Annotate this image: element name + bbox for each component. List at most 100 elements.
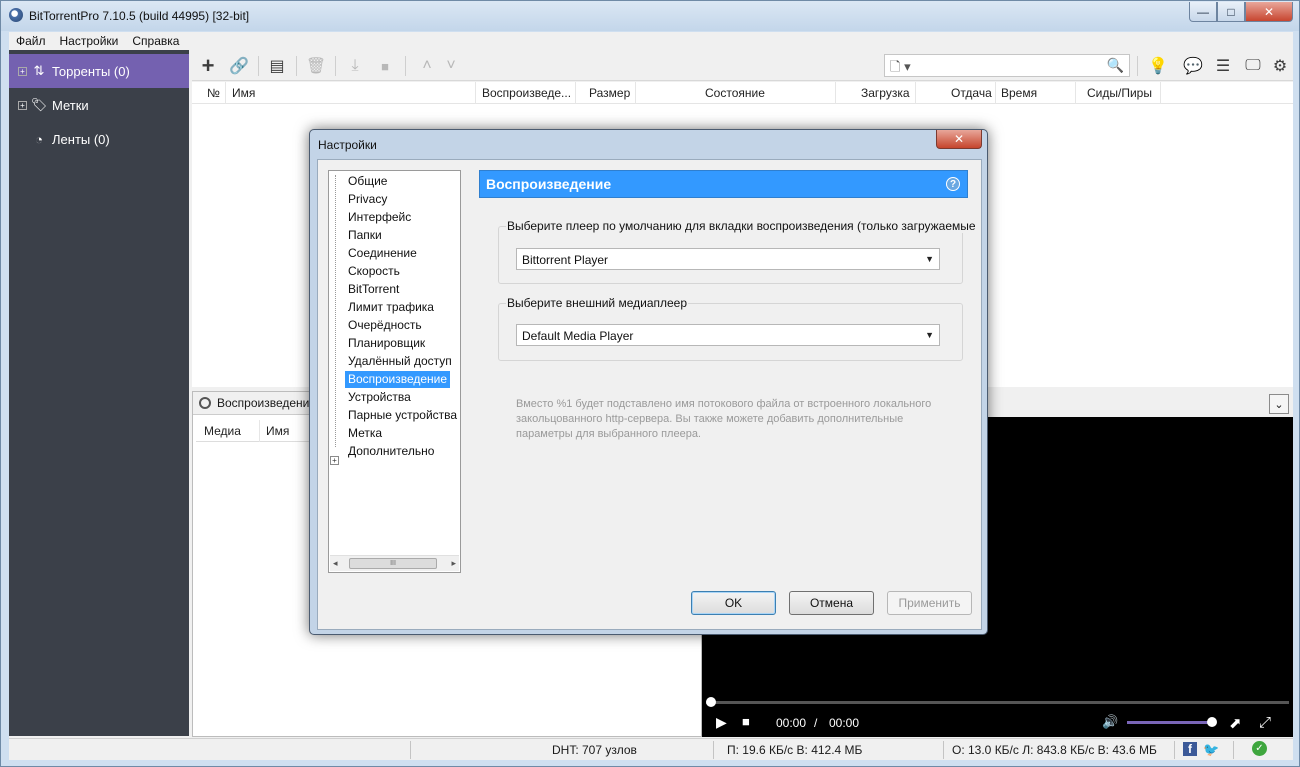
tree-horizontal-scrollbar[interactable]: ◂ III ▸ [330,555,459,571]
column-status[interactable]: Состояние [705,86,765,100]
column-name[interactable]: Имя [266,424,289,438]
tree-item[interactable]: Соединение [345,245,420,262]
chat-icon[interactable]: 💬 [1182,55,1204,77]
expand-icon[interactable]: + [18,66,27,76]
search-source-dropdown-icon[interactable]: 🗋 ▾ [890,58,911,80]
sidebar-item-labels[interactable]: + 🏷 Метки [9,88,189,122]
expand-icon[interactable]: + [18,100,27,110]
tree-item[interactable]: Воспроизведение [345,371,451,388]
column-separator [915,82,916,104]
column-seeds-peers[interactable]: Сиды/Пиры [1087,86,1152,100]
close-button[interactable]: ✕ [1245,2,1293,22]
column-time[interactable]: Время [1001,86,1037,100]
sidebar-item-label: Метки [52,97,89,113]
tree-lines [335,175,336,447]
sidebar-item-feeds[interactable]: ◔ Ленты (0) [9,122,189,156]
move-up-icon[interactable]: ˄ [416,55,438,77]
dialog-close-button[interactable]: ✕ [936,130,982,149]
tree-item[interactable]: Интерфейс [345,209,414,226]
collapse-pane-button[interactable]: ⌄ [1269,394,1289,414]
default-player-value: Bittorrent Player [522,253,609,267]
column-separator [225,82,226,104]
section-header: Воспроизведение ? [479,170,968,198]
tree-item[interactable]: Удалённый доступ [345,353,455,370]
tree-item[interactable]: BitTorrent [345,281,402,298]
scroll-right-icon[interactable]: ▸ [451,558,456,569]
column-download[interactable]: Загрузка [861,86,910,100]
column-upload[interactable]: Отдача [951,86,992,100]
column-media[interactable]: Медиа [204,424,241,438]
dialog-body: Общие Privacy Интерфейс Папки Соединение Скор… [317,159,982,630]
menu-file[interactable]: Файл [9,34,53,48]
seek-handle[interactable] [706,697,716,707]
status-bar: DHT: 707 узлов П: 19.6 КБ/с В: 412.4 МБ … [9,738,1293,760]
stop-button[interactable]: ■ [742,714,750,729]
tab-playback[interactable]: Воспроизведени [193,392,313,415]
column-name[interactable]: Имя [232,86,255,100]
column-playback[interactable]: Воспроизведе... [482,86,571,100]
stop-icon[interactable]: ■ [374,55,396,77]
column-separator [635,82,636,104]
sidebar-item-torrents[interactable]: + ⇅ Торренты (0) [9,54,189,88]
tree-item[interactable]: Устройства [345,389,414,406]
tree-item[interactable]: Папки [345,227,385,244]
scroll-thumb[interactable]: III [349,558,437,569]
minimize-button[interactable]: — [1189,2,1217,22]
download-status: П: 19.6 КБ/с В: 412.4 МБ [727,743,863,757]
remove-icon[interactable]: 🗑 [305,55,327,77]
default-player-select[interactable]: Bittorrent Player ▼ [516,248,940,270]
chevron-down-icon: ▼ [925,330,934,340]
status-separator [1174,741,1175,759]
tree-item[interactable]: Дополнительно [345,443,437,460]
menu-help[interactable]: Справка [125,34,186,48]
move-down-icon[interactable]: ˅ [440,55,462,77]
ok-button[interactable]: OK [691,591,776,615]
volume-icon[interactable]: 🔊 [1102,714,1118,730]
menu-settings[interactable]: Настройки [53,34,126,48]
gear-icon[interactable]: ⚙ [1269,55,1291,77]
tree-expand-icon[interactable]: + [330,456,339,465]
search-input[interactable] [919,57,1099,74]
tree-item[interactable]: Скорость [345,263,403,280]
status-ok-icon[interactable]: ✓ [1252,741,1267,756]
add-link-icon[interactable]: 🔗 [228,55,250,77]
current-time: 00:00 [776,716,807,730]
total-time: 00:00 [829,716,860,730]
twitter-icon[interactable]: 🐦 [1203,742,1219,757]
search-icon[interactable]: 🔍 [1107,57,1124,74]
volume-handle[interactable] [1207,717,1217,727]
help-icon[interactable]: ? [946,177,960,191]
external-player-select[interactable]: Default Media Player ▼ [516,324,940,346]
external-player-group: Выберите внешний медиаплеер Default Medi… [498,296,963,361]
volume-slider[interactable] [1127,717,1217,727]
column-number[interactable]: № [207,86,220,100]
list-icon[interactable]: ☰ [1212,55,1234,77]
settings-dialog: Настройки ✕ Общие Privacy Интерфейс Папки Со… [309,129,988,635]
tree-item[interactable]: Общие [345,173,390,190]
add-torrent-icon[interactable]: + [197,53,219,78]
scroll-left-icon[interactable]: ◂ [333,558,338,569]
tree-item[interactable]: Планировщик [345,335,428,352]
monitor-icon[interactable]: 🖵 [1242,55,1264,77]
status-separator [1233,741,1234,759]
seek-bar[interactable] [706,697,1289,707]
download-icon[interactable]: ⤓ [344,55,366,77]
tree-item[interactable]: Метка [345,425,385,442]
settings-tree[interactable]: Общие Privacy Интерфейс Папки Соединение Скор… [328,170,461,573]
fullscreen-icon[interactable]: ⤢ [1259,714,1271,731]
column-separator [259,420,260,442]
tree-item[interactable]: Парные устройства [345,407,460,424]
column-size[interactable]: Размер [589,86,630,100]
tree-item[interactable]: Очерёдность [345,317,425,334]
play-button[interactable]: ▶ [716,714,727,731]
facebook-icon[interactable]: f [1183,742,1197,756]
bulb-icon[interactable]: 💡 [1147,55,1169,77]
tree-item[interactable]: Лимит трафика [345,299,437,316]
apply-button[interactable]: Применить [887,591,972,615]
maximize-button[interactable]: □ [1217,2,1245,22]
create-torrent-icon[interactable]: ▤ [266,55,288,77]
cancel-button[interactable]: Отмена [789,591,874,615]
popout-icon[interactable]: ⬈ [1229,714,1242,732]
tree-item[interactable]: Privacy [345,191,390,208]
toolbar-separator [258,56,259,76]
